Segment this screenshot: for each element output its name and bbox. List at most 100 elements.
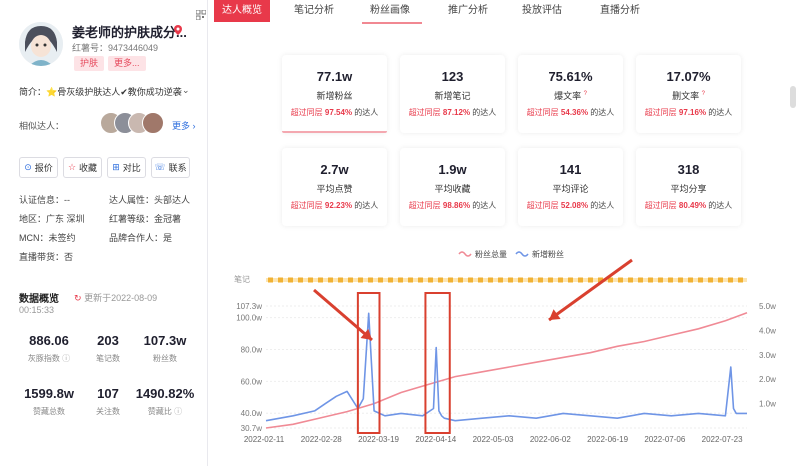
note-marker[interactable] bbox=[698, 277, 703, 283]
tab-live[interactable]: 直播分析 bbox=[592, 0, 648, 22]
note-marker[interactable] bbox=[498, 277, 503, 283]
tab-overview[interactable]: 达人概览 bbox=[214, 0, 270, 22]
price-icon: ⊙ bbox=[24, 162, 32, 172]
note-marker[interactable] bbox=[338, 277, 343, 283]
note-marker[interactable] bbox=[658, 277, 663, 283]
note-marker[interactable] bbox=[328, 277, 333, 283]
update-info[interactable]: ↻ 更新于2022-08-09 bbox=[74, 291, 157, 304]
metric-card[interactable]: 318 平均分享 超过同层 80.49% 的达人 bbox=[636, 148, 741, 226]
note-marker[interactable] bbox=[718, 277, 723, 283]
note-marker[interactable] bbox=[688, 277, 693, 283]
x-tick: 2022-03-19 bbox=[358, 435, 399, 444]
tag-more[interactable]: 更多... bbox=[108, 56, 146, 71]
metric-value: 141 bbox=[559, 162, 582, 177]
note-marker[interactable] bbox=[278, 277, 283, 283]
note-marker[interactable] bbox=[468, 277, 473, 283]
note-marker[interactable] bbox=[548, 277, 553, 283]
note-marker[interactable] bbox=[568, 277, 573, 283]
note-marker[interactable] bbox=[288, 277, 293, 283]
note-marker[interactable] bbox=[478, 277, 483, 283]
note-marker[interactable] bbox=[668, 277, 673, 283]
note-marker[interactable] bbox=[398, 277, 403, 283]
avatar[interactable] bbox=[19, 22, 63, 66]
note-marker[interactable] bbox=[638, 277, 643, 283]
note-marker[interactable] bbox=[708, 277, 713, 283]
info-icon: ⓘ bbox=[174, 407, 183, 416]
note-marker[interactable] bbox=[738, 277, 743, 283]
more-similar-link[interactable]: 更多 › bbox=[172, 119, 196, 132]
stats-title: 数据概览 bbox=[19, 294, 59, 305]
metric-card[interactable]: 1.9w 平均收藏 超过同层 98.86% 的达人 bbox=[400, 148, 505, 226]
note-marker[interactable] bbox=[458, 277, 463, 283]
tab-underline bbox=[362, 22, 422, 24]
note-marker[interactable] bbox=[588, 277, 593, 283]
note-marker[interactable] bbox=[628, 277, 633, 283]
quote-button[interactable]: ⊙ 报价 bbox=[19, 157, 58, 178]
metric-compare: 超过同层 97.16% 的达人 bbox=[644, 108, 733, 117]
x-tick: 2022-06-02 bbox=[530, 435, 571, 444]
note-marker[interactable] bbox=[368, 277, 373, 283]
note-marker[interactable] bbox=[618, 277, 623, 283]
similar-label: 相似达人： bbox=[19, 121, 65, 131]
metric-card[interactable]: 2.7w 平均点赞 超过同层 92.23% 的达人 bbox=[282, 148, 387, 226]
similar-avatars[interactable] bbox=[100, 112, 170, 136]
scrollbar[interactable] bbox=[790, 86, 796, 108]
note-marker[interactable] bbox=[448, 277, 453, 283]
metric-card[interactable]: 75.61% 爆文率 ? 超过同层 54.36% 的达人 bbox=[518, 55, 623, 133]
legend-label[interactable]: 粉丝总量 bbox=[475, 249, 507, 259]
note-marker[interactable] bbox=[508, 277, 513, 283]
note-marker[interactable] bbox=[348, 277, 353, 283]
y-left-tick: 107.3w bbox=[236, 302, 262, 311]
refresh-icon: ↻ bbox=[74, 293, 82, 303]
note-marker[interactable] bbox=[558, 277, 563, 283]
note-marker[interactable] bbox=[438, 277, 443, 283]
x-tick: 2022-07-06 bbox=[644, 435, 685, 444]
stat-index: 886.06 灰豚指数 ⓘ bbox=[27, 333, 71, 363]
chevron-down-icon[interactable]: ⌄ bbox=[182, 85, 190, 96]
tab-promotion[interactable]: 推广分析 bbox=[440, 0, 496, 22]
metric-label: 删文率 ? bbox=[672, 91, 705, 101]
note-marker[interactable] bbox=[388, 277, 393, 283]
metric-label: 平均收藏 bbox=[434, 184, 471, 194]
note-marker[interactable] bbox=[378, 277, 383, 283]
note-marker[interactable] bbox=[268, 277, 273, 283]
note-marker[interactable] bbox=[358, 277, 363, 283]
note-marker[interactable] bbox=[408, 277, 413, 283]
note-marker[interactable] bbox=[298, 277, 303, 283]
tag-skincare[interactable]: 护肤 bbox=[74, 56, 105, 71]
note-marker[interactable] bbox=[518, 277, 523, 283]
note-marker[interactable] bbox=[678, 277, 683, 283]
metric-card[interactable]: 17.07% 删文率 ? 超过同层 97.16% 的达人 bbox=[636, 55, 741, 133]
note-marker[interactable] bbox=[488, 277, 493, 283]
legend-label[interactable]: 新增粉丝 bbox=[532, 249, 564, 259]
metric-card[interactable]: 77.1w 新增粉丝 超过同层 97.54% 的达人 bbox=[282, 55, 387, 133]
favorite-button[interactable]: ☆ 收藏 bbox=[63, 157, 102, 178]
profile-sidebar: 姜老师的护肤成分... 红薯号：9473446049 护肤 更多... 简介：⭐… bbox=[0, 0, 208, 466]
metric-card[interactable]: 123 新增笔记 超过同层 87.12% 的达人 bbox=[400, 55, 505, 133]
influencer-name: 姜老师的护肤成分... bbox=[72, 25, 187, 40]
compare-icon: ⊞ bbox=[112, 162, 120, 172]
stat-fans: 107.3w 粉丝数 bbox=[143, 333, 187, 363]
help-icon[interactable]: ? bbox=[702, 91, 705, 97]
note-marker[interactable] bbox=[528, 277, 533, 283]
metric-label: 平均分享 bbox=[670, 184, 707, 194]
note-marker[interactable] bbox=[418, 277, 423, 283]
note-marker[interactable] bbox=[578, 277, 583, 283]
note-marker[interactable] bbox=[538, 277, 543, 283]
tab-delivery[interactable]: 投放评估 bbox=[514, 0, 570, 22]
help-icon[interactable]: ? bbox=[584, 91, 587, 97]
note-marker[interactable] bbox=[308, 277, 313, 283]
metric-label: 平均点赞 bbox=[316, 184, 353, 194]
y-right-tick: 4.0w bbox=[759, 326, 776, 335]
contact-button[interactable]: ☏ 联系 bbox=[151, 157, 190, 178]
similar-avatar[interactable] bbox=[142, 112, 164, 134]
tab-fans[interactable]: 粉丝画像 bbox=[362, 0, 418, 22]
qr-code-icon[interactable] bbox=[196, 10, 206, 20]
note-marker[interactable] bbox=[318, 277, 323, 283]
note-marker[interactable] bbox=[728, 277, 733, 283]
compare-button[interactable]: ⊞ 对比 bbox=[107, 157, 146, 178]
metric-card[interactable]: 141 平均评论 超过同层 52.08% 的达人 bbox=[518, 148, 623, 226]
tab-notes[interactable]: 笔记分析 bbox=[286, 0, 342, 22]
note-marker[interactable] bbox=[428, 277, 433, 283]
note-marker[interactable] bbox=[648, 277, 653, 283]
